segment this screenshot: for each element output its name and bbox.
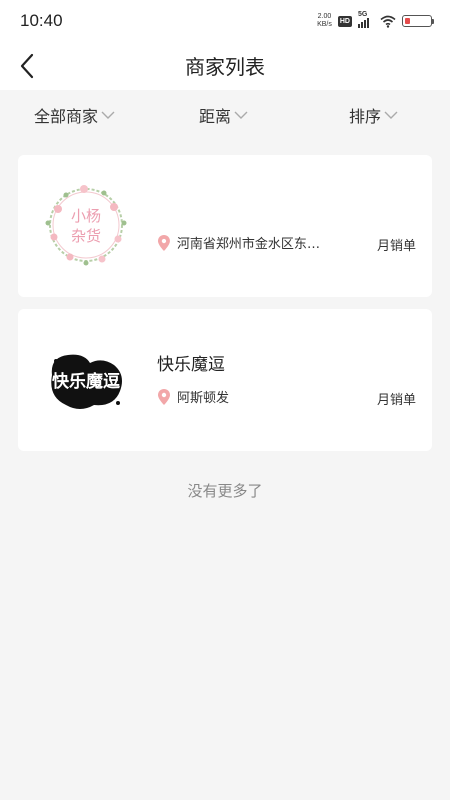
network-speed-unit: KB/s: [317, 21, 332, 28]
merchant-address: 河南省郑州市金水区东风路: [176, 237, 332, 252]
network-type-label: 5G: [358, 11, 368, 18]
filter-sort[interactable]: 排序: [349, 103, 398, 127]
merchant-card[interactable]: 快乐魔逗 快乐魔逗 阿斯顿发 月销单: [18, 309, 432, 451]
logo-text-bottom: 杂货: [71, 227, 101, 245]
merchant-name: 快乐魔逗: [157, 355, 225, 375]
merchant-address: 阿斯顿发: [177, 391, 230, 406]
chevron-down-icon: [101, 111, 115, 119]
wifi-icon: [380, 15, 396, 28]
monthly-sales: 月销单: [376, 239, 416, 254]
merchant-location: 河南省郑州市金水区东风路: [157, 233, 332, 252]
filter-label: 全部商家: [34, 107, 99, 126]
location-pin-icon: [157, 234, 170, 251]
chevron-down-icon: [384, 111, 398, 119]
merchant-card[interactable]: 小杨 杂货 河南省郑州市金水区东风路 月销单: [18, 155, 432, 297]
blob-logo: 快乐魔逗: [51, 354, 122, 409]
status-icons: 2.00 KB/s HD 5G: [317, 11, 434, 30]
merchant-logo: 快乐魔逗: [40, 333, 132, 425]
nav-bar: 商家列表: [0, 42, 450, 90]
location-pin-icon: [158, 388, 170, 405]
filter-label: 排序: [349, 107, 382, 126]
monthly-sales: 月销单: [376, 393, 416, 408]
no-more-text: 没有更多了: [187, 482, 263, 500]
network-speed: 2.00 KB/s: [317, 13, 332, 29]
network-speed-value: 2.00: [317, 13, 332, 20]
filter-bar: 全部商家 距离 排序: [0, 90, 450, 136]
hd-icon: HD: [337, 15, 352, 27]
status-bar: 10:40 2.00 KB/s HD 5G: [0, 0, 450, 42]
chevron-down-icon: [234, 111, 248, 119]
battery-level: [405, 18, 410, 24]
filter-distance[interactable]: 距离: [199, 103, 248, 127]
status-time: 10:40: [20, 11, 63, 30]
floral-wreath-logo: 小杨 杂货: [45, 185, 127, 266]
merchant-logo: 小杨 杂货: [40, 179, 132, 271]
signal-icon: 5G: [358, 11, 374, 28]
filter-label: 距离: [199, 107, 232, 126]
battery-icon: [402, 15, 434, 27]
filter-all-merchants[interactable]: 全部商家: [34, 103, 115, 127]
page-title: 商家列表: [185, 55, 265, 79]
logo-text: 快乐魔逗: [52, 371, 120, 392]
logo-text-top: 小杨: [71, 207, 101, 225]
merchant-location: 阿斯顿发: [157, 387, 332, 406]
